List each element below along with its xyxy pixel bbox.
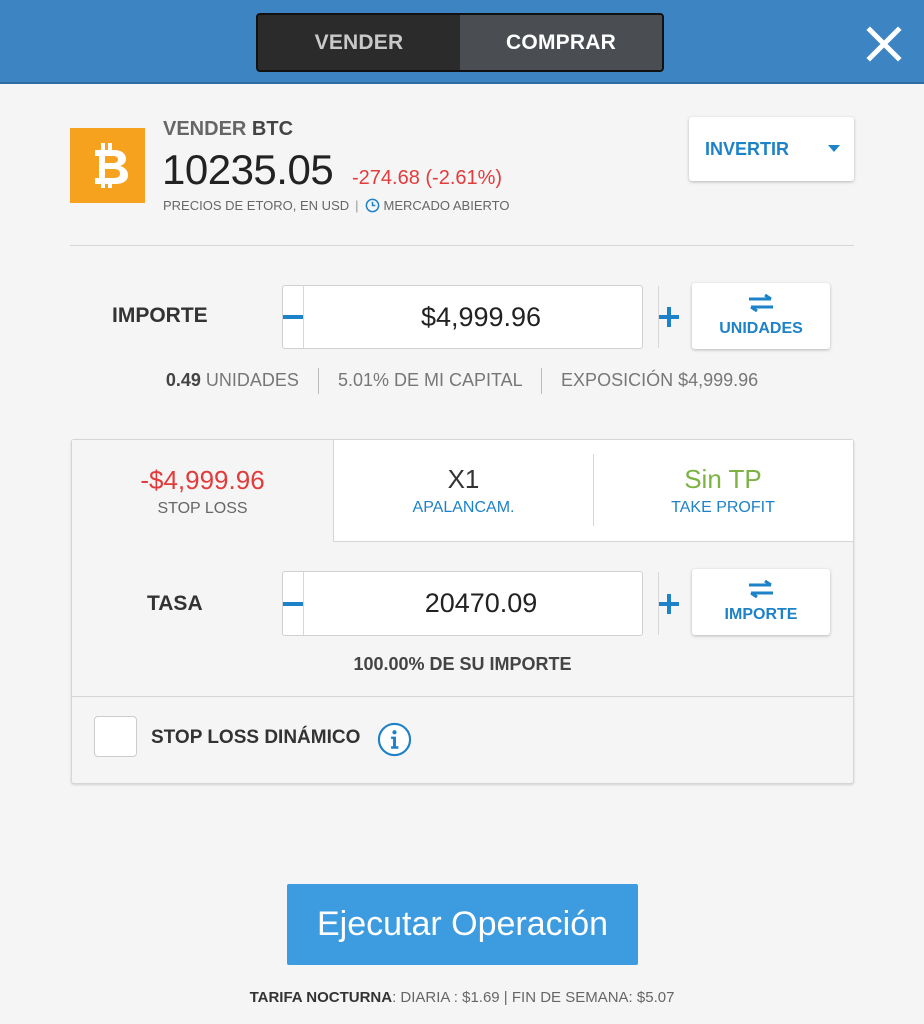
execute-trade-button[interactable]: Ejecutar Operación (287, 884, 638, 965)
rate-stepper (282, 571, 679, 636)
rate-increase-button[interactable] (658, 572, 679, 635)
invert-label: INVERTIR (705, 138, 790, 159)
amount-stepper (282, 285, 679, 349)
separator (541, 368, 543, 394)
stop-loss-value: -$4,999.96 (140, 464, 265, 495)
units-value: 0.49 (165, 369, 201, 390)
capital-percent: 5.01% DE MI CAPITAL (337, 369, 523, 390)
rate-info-text: 100.00% DE SU IMPORTE (353, 654, 572, 674)
divider (72, 696, 853, 697)
tab-leverage[interactable]: X1 APALANCAM. (333, 440, 593, 542)
risk-panel: -$4,999.96 STOP LOSS X1 APALANCAM. Sin T… (71, 439, 854, 784)
amount-input[interactable] (304, 286, 658, 348)
amount-increase-button[interactable] (658, 286, 679, 348)
leverage-value: X1 (447, 464, 480, 494)
exposure: EXPOSICIÓN $4,999.96 (561, 369, 759, 390)
separator (317, 368, 319, 394)
chevron-down-icon (828, 145, 840, 152)
price-change: -274.68 (-2.61%) (352, 167, 503, 189)
risk-tabs: -$4,999.96 STOP LOSS X1 APALANCAM. Sin T… (72, 440, 853, 542)
plus-icon (659, 593, 679, 614)
tab-separator (593, 454, 594, 526)
tab-take-profit[interactable]: Sin TP TAKE PROFIT (593, 440, 853, 542)
overnight-fees: TARIFA NOCTURNA: DIARIA : $1.69 | FIN DE… (0, 989, 924, 1006)
take-profit-value: Sin TP (684, 464, 762, 494)
rate-info: 100.00% DE SU IMPORTE (72, 654, 853, 675)
swap-arrows-icon (749, 580, 773, 598)
action-label: VENDER (163, 118, 247, 140)
close-icon[interactable] (862, 22, 906, 66)
fees-label: TARIFA NOCTURNA (249, 989, 393, 1006)
minus-icon (283, 315, 303, 319)
stop-loss-label: STOP LOSS (157, 499, 248, 517)
amount-info: 0.49 UNIDADES 5.01% DE MI CAPITAL EXPOSI… (0, 368, 924, 394)
amount-toggle-label: IMPORTE (724, 606, 798, 623)
symbol-label: BTC (251, 118, 294, 140)
buy-tab[interactable]: COMPRAR (460, 15, 662, 70)
price-note: PRECIOS DE ETORO, EN USD | MERCADO ABIER… (163, 198, 509, 213)
units-toggle-button[interactable]: UNIDADES (692, 283, 830, 349)
plus-icon (659, 307, 679, 327)
market-status: MERCADO ABIERTO (383, 198, 510, 213)
divider (70, 245, 854, 246)
units-toggle-label: UNIDADES (719, 320, 803, 337)
sell-buy-toggle: VENDER COMPRAR (256, 13, 664, 72)
price-source: PRECIOS DE ETORO, EN USD (163, 198, 350, 213)
rate-decrease-button[interactable] (283, 572, 304, 635)
instrument-price: 10235.05 (162, 146, 334, 193)
amount-decrease-button[interactable] (283, 286, 304, 348)
rate-input[interactable] (304, 572, 658, 635)
fees-text: : DIARIA : $1.69 | FIN DE SEMANA: $5.07 (392, 989, 675, 1006)
dynamic-stop-loss-label: STOP LOSS DINÁMICO (151, 727, 361, 748)
rate-label: TASA (147, 592, 203, 615)
bitcoin-logo-icon (70, 128, 145, 203)
dynamic-stop-loss-checkbox[interactable] (94, 716, 137, 757)
minus-icon (283, 601, 303, 606)
instrument-title: VENDER BTC (163, 118, 293, 141)
sell-tab[interactable]: VENDER (258, 15, 460, 70)
leverage-label: APALANCAM. (412, 499, 515, 516)
header-bar: VENDER COMPRAR (0, 0, 924, 84)
info-icon[interactable] (377, 722, 412, 757)
units-label: UNIDADES (205, 369, 299, 390)
separator: | (355, 198, 359, 213)
clock-icon (365, 198, 379, 213)
take-profit-label: TAKE PROFIT (671, 499, 775, 516)
amount-toggle-button[interactable]: IMPORTE (692, 569, 830, 635)
invert-dropdown-button[interactable]: INVERTIR (689, 117, 854, 181)
amount-label: IMPORTE (112, 304, 208, 327)
tab-stop-loss[interactable]: -$4,999.96 STOP LOSS (72, 440, 333, 542)
swap-arrows-icon (749, 294, 773, 312)
